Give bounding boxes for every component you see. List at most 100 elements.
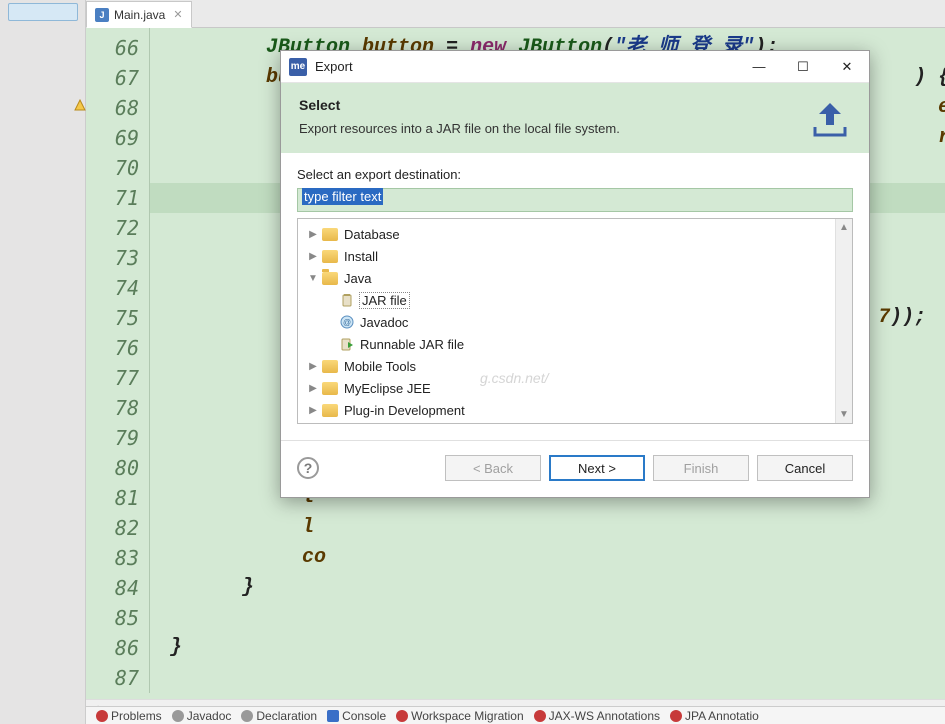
code-line[interactable]: l — [150, 513, 945, 543]
tree-item[interactable]: ▼ Java — [298, 267, 852, 289]
tree-item[interactable]: @ Javadoc — [298, 311, 852, 333]
scroll-down-icon[interactable]: ▼ — [836, 406, 852, 423]
close-button[interactable]: ✕ — [825, 51, 869, 83]
filter-text-selected: type filter text — [302, 188, 383, 205]
folder-icon — [322, 250, 338, 263]
folder-icon — [322, 404, 338, 417]
view-icon — [534, 710, 546, 722]
bottom-tab-label: Problems — [111, 709, 162, 723]
code-line[interactable]: } — [150, 573, 945, 603]
export-icon — [809, 97, 851, 139]
tree-item-label: Runnable JAR file — [360, 337, 464, 352]
line-number: 86 — [86, 633, 149, 663]
expander-icon[interactable]: ▶ — [306, 229, 320, 240]
line-number: 82 — [86, 513, 149, 543]
cancel-button[interactable]: Cancel — [757, 455, 853, 481]
dialog-title: Export — [315, 59, 737, 74]
expander-icon[interactable]: ▶ — [306, 251, 320, 262]
tree-item[interactable]: ▶Mobile Tools — [298, 355, 852, 377]
destination-label: Select an export destination: — [297, 167, 853, 182]
tree-item[interactable]: Runnable JAR file — [298, 333, 852, 355]
svg-text:@: @ — [343, 318, 351, 327]
dialog-button-row: ? < Back Next > Finish Cancel — [281, 440, 869, 497]
bottom-tab[interactable]: Workspace Migration — [392, 707, 528, 724]
tree-item-label: JAR file — [360, 293, 409, 308]
export-dialog: me Export — ☐ ✕ Select Export resources … — [280, 50, 870, 498]
scroll-up-icon[interactable]: ▲ — [836, 219, 852, 236]
expander-icon[interactable]: ▶ — [306, 383, 320, 394]
expander-icon[interactable]: ▼ — [306, 273, 320, 284]
code-line[interactable] — [150, 663, 945, 693]
back-button[interactable]: < Back — [445, 455, 541, 481]
tree-item-label: Database — [344, 227, 400, 242]
dialog-body: Select an export destination: type filte… — [281, 153, 869, 430]
bottom-tab[interactable]: Problems — [92, 707, 166, 724]
tree-item[interactable]: ▶ Database — [298, 223, 852, 245]
bottom-tab[interactable]: JPA Annotatio — [666, 707, 763, 724]
myeclipse-icon: me — [289, 58, 307, 76]
warning-marker-icon[interactable] — [74, 99, 86, 111]
tree-item[interactable]: ▶ MyEclipse JEE — [298, 377, 852, 399]
tree-item[interactable]: JAR file — [298, 289, 852, 311]
bottom-tab-label: JAX-WS Annotations — [549, 709, 660, 723]
line-number: 80 — [86, 453, 149, 483]
bottom-tab-label: Workspace Migration — [411, 709, 524, 723]
finish-button[interactable]: Finish — [653, 455, 749, 481]
dialog-titlebar[interactable]: me Export — ☐ ✕ — [281, 51, 869, 83]
code-line[interactable]: co — [150, 543, 945, 573]
bottom-tab-label: Console — [342, 709, 386, 723]
next-button[interactable]: Next > — [549, 455, 645, 481]
tree-scrollbar[interactable]: ▲ ▼ — [835, 219, 852, 423]
bottom-tab[interactable]: Declaration — [237, 707, 321, 724]
code-line[interactable]: } — [150, 633, 945, 663]
filter-input[interactable]: type filter text — [297, 188, 853, 212]
line-number: 77 — [86, 363, 149, 393]
tree-item-label: Javadoc — [360, 315, 408, 330]
line-number: 81 — [86, 483, 149, 513]
line-number: 69 — [86, 123, 149, 153]
close-icon[interactable]: ✕ — [173, 8, 182, 21]
line-number-gutter: 6667686970717273747576777879808182838485… — [86, 28, 150, 693]
dialog-banner: Select Export resources into a JAR file … — [281, 83, 869, 153]
bottom-tab[interactable]: Console — [323, 707, 390, 724]
line-number: 84 — [86, 573, 149, 603]
line-number: 72 — [86, 213, 149, 243]
folder-icon — [322, 272, 338, 285]
javadoc-icon: @ — [340, 315, 354, 329]
java-file-icon: J — [95, 8, 109, 22]
tab-label: Main.java — [114, 8, 165, 22]
export-tree[interactable]: ▶ Database ▶ Install ▼ Java JAR file @ Javadoc Ru… — [297, 218, 853, 424]
line-number: 79 — [86, 423, 149, 453]
banner-description: Export resources into a JAR file on the … — [299, 121, 797, 136]
editor-tab-main-java[interactable]: J Main.java ✕ — [86, 1, 192, 28]
bottom-tab-label: JPA Annotatio — [685, 709, 759, 723]
line-number: 74 — [86, 273, 149, 303]
tree-item-label: MyEclipse JEE — [344, 381, 431, 396]
expander-icon[interactable]: ▶ — [306, 405, 320, 416]
tree-item-label: Install — [344, 249, 378, 264]
view-icon — [172, 710, 184, 722]
maximize-button[interactable]: ☐ — [781, 51, 825, 83]
expander-icon[interactable]: ▶ — [306, 361, 320, 372]
jar-icon — [340, 293, 354, 307]
line-number: 67 — [86, 63, 149, 93]
line-number: 66 — [86, 33, 149, 63]
minimize-button[interactable]: — — [737, 51, 781, 83]
tree-item[interactable]: ▶ Install — [298, 245, 852, 267]
folder-icon — [322, 228, 338, 241]
line-number: 68 — [86, 93, 149, 123]
tree-item[interactable]: ▶Plug-in Development — [298, 399, 852, 421]
tree-item-label: Java — [344, 271, 371, 286]
line-number: 70 — [86, 153, 149, 183]
line-number: 85 — [86, 603, 149, 633]
line-number: 78 — [86, 393, 149, 423]
bottom-tab-label: Javadoc — [187, 709, 232, 723]
line-number: 76 — [86, 333, 149, 363]
minimized-view-tab[interactable] — [8, 3, 78, 21]
help-button[interactable]: ? — [297, 457, 319, 479]
code-line[interactable] — [150, 603, 945, 633]
view-icon — [396, 710, 408, 722]
bottom-tab[interactable]: JAX-WS Annotations — [530, 707, 664, 724]
bottom-tab[interactable]: Javadoc — [168, 707, 236, 724]
line-number: 73 — [86, 243, 149, 273]
